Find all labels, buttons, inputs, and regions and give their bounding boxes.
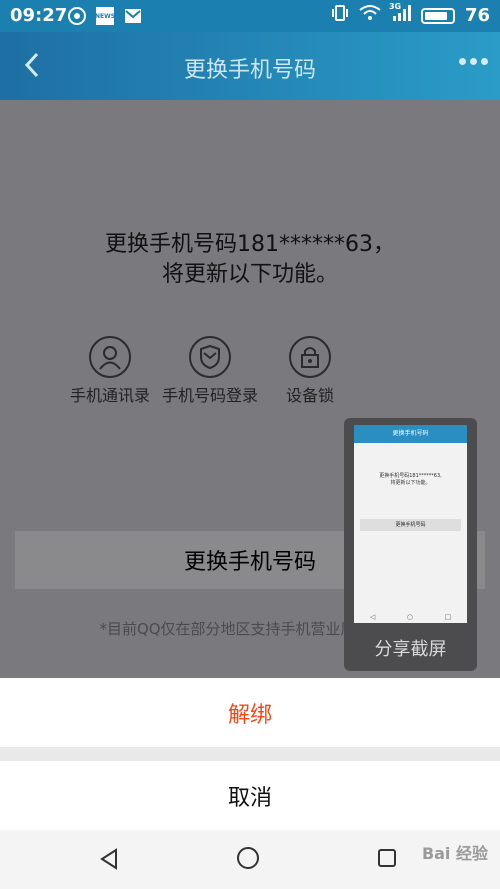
action-sheet: 解绑 取消 <box>0 678 500 830</box>
feature-list: 手机通讯录 手机号码登录 设备锁 <box>60 336 360 406</box>
mini-nav: ◁ ○ □ <box>369 613 452 621</box>
status-time: 09:27 <box>10 5 68 26</box>
feature-contacts: 手机通讯录 <box>60 336 160 406</box>
nav-recent-icon[interactable] <box>378 849 396 867</box>
contacts-icon <box>89 336 131 378</box>
headline-line-2: 将更新以下功能。 <box>161 262 338 287</box>
screenshot-thumbnail: 更换手机号码 更换手机号码181******63, 将更新以下功能。 更换手机号… <box>354 425 467 623</box>
watermark-logo: Bai 经验 <box>421 844 488 863</box>
mini-text-line-1: 更换手机号码181******63, <box>379 473 442 479</box>
mail-icon <box>124 7 142 25</box>
notification-icons: NEWS <box>68 7 142 25</box>
unbind-button[interactable]: 解绑 <box>0 678 500 747</box>
feature-device-lock: 设备锁 <box>260 336 360 406</box>
battery-level: 76 <box>464 5 490 26</box>
main-content: 更换手机号码181******63， 将更新以下功能。 手机通讯录 手机号码登录… <box>0 100 500 678</box>
title-bar: 更换手机号码 <box>0 32 500 100</box>
qq-icon <box>68 7 86 25</box>
headline-line-1: 更换手机号码181******63， <box>105 232 395 257</box>
screenshot-share-popup[interactable]: 更换手机号码 更换手机号码181******63, 将更新以下功能。 更换手机号… <box>344 418 477 671</box>
signal-icon: 3G <box>388 2 411 27</box>
mini-text-line-2: 将更新以下功能。 <box>390 480 431 486</box>
headline: 更换手机号码181******63， 将更新以下功能。 <box>0 230 500 290</box>
more-icon[interactable] <box>459 58 488 65</box>
system-nav-bar: Bai 经验 <box>0 830 500 889</box>
nav-back-icon[interactable] <box>98 848 120 874</box>
feature-phone-login: 手机号码登录 <box>160 336 260 406</box>
shield-icon <box>189 336 231 378</box>
lock-icon <box>289 336 331 378</box>
network-type: 3G <box>388 2 402 11</box>
feature-label: 手机通讯录 <box>69 386 150 405</box>
vibrate-icon <box>331 4 349 27</box>
mini-title: 更换手机号码 <box>354 425 467 443</box>
page-title: 更换手机号码 <box>183 58 316 83</box>
mini-text: 更换手机号码181******63, 将更新以下功能。 <box>354 473 467 487</box>
status-bar: 09:27 NEWS 3G 76 <box>0 0 500 32</box>
mini-button: 更换手机号码 <box>360 519 461 531</box>
cancel-button[interactable]: 取消 <box>0 761 500 830</box>
news-icon: NEWS <box>95 7 115 25</box>
feature-label: 手机号码登录 <box>162 386 259 405</box>
wifi-icon <box>359 4 381 27</box>
battery-icon <box>420 7 455 24</box>
share-screenshot-label[interactable]: 分享截屏 <box>344 635 477 661</box>
status-right: 3G 76 <box>331 2 490 27</box>
nav-home-icon[interactable] <box>237 847 259 869</box>
feature-label: 设备锁 <box>285 386 334 405</box>
